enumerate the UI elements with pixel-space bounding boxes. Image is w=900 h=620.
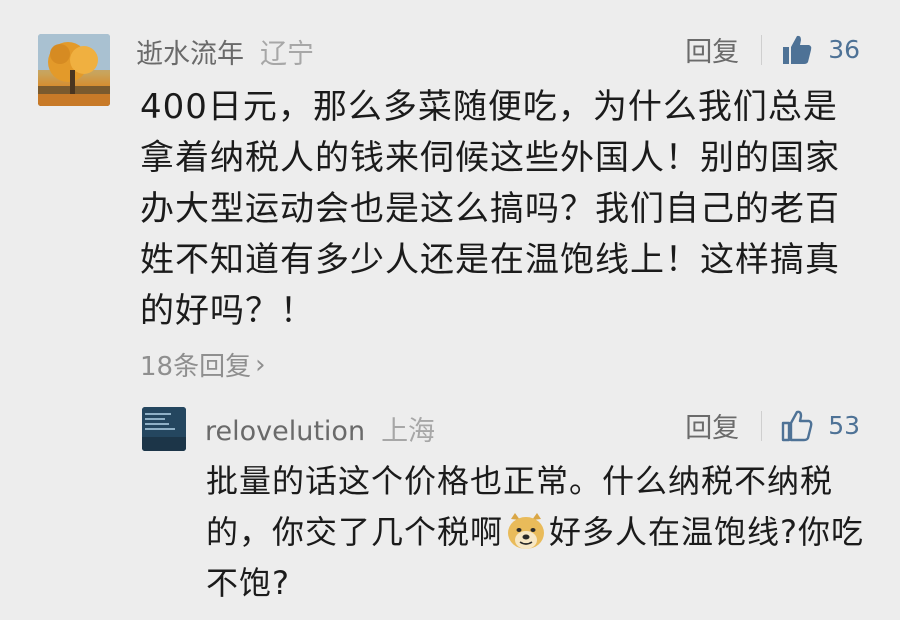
action-divider <box>761 410 763 441</box>
doge-emoji-icon <box>505 511 547 551</box>
reply-to-reply-button[interactable]: 回复 <box>685 406 739 445</box>
comment-text: 400日元，那么多菜随便吃，为什么我们总是拿着纳税人的钱来伺候这些外国人！别的国… <box>140 87 840 331</box>
thumbs-up-outline-icon <box>781 410 813 441</box>
tree-avatar-icon[interactable] <box>38 34 110 106</box>
comment-actions: 回复 36 <box>685 30 860 69</box>
reply-text: 批量的话这个价格也正常。什么纳税不纳税的，你交了几个税啊 好多人在温饱线?你吃不… <box>206 456 866 609</box>
action-divider <box>761 34 763 65</box>
blue-photo-avatar-icon[interactable] <box>142 407 186 451</box>
like-button[interactable]: 36 <box>780 33 860 67</box>
like-count: 36 <box>828 35 860 64</box>
comment-author-row: 逝水流年 辽宁 <box>136 32 314 71</box>
comment-username[interactable]: 逝水流年 <box>136 32 244 71</box>
comment-location: 辽宁 <box>260 39 314 70</box>
reply-like-count: 53 <box>828 411 860 440</box>
reply-username[interactable]: relovelution <box>205 416 365 447</box>
view-replies-link[interactable]: 18条回复 › <box>140 346 266 383</box>
reply-button[interactable]: 回复 <box>685 30 739 69</box>
chevron-right-icon: › <box>255 349 266 380</box>
reply-actions: 回复 53 <box>685 406 860 445</box>
reply-location: 上海 <box>381 416 436 447</box>
reply-author-row: relovelution 上海 <box>205 409 435 448</box>
thumbs-up-filled-icon <box>783 35 812 64</box>
reply-like-button[interactable]: 53 <box>780 409 860 443</box>
replies-count: 18条回复 <box>140 352 252 382</box>
